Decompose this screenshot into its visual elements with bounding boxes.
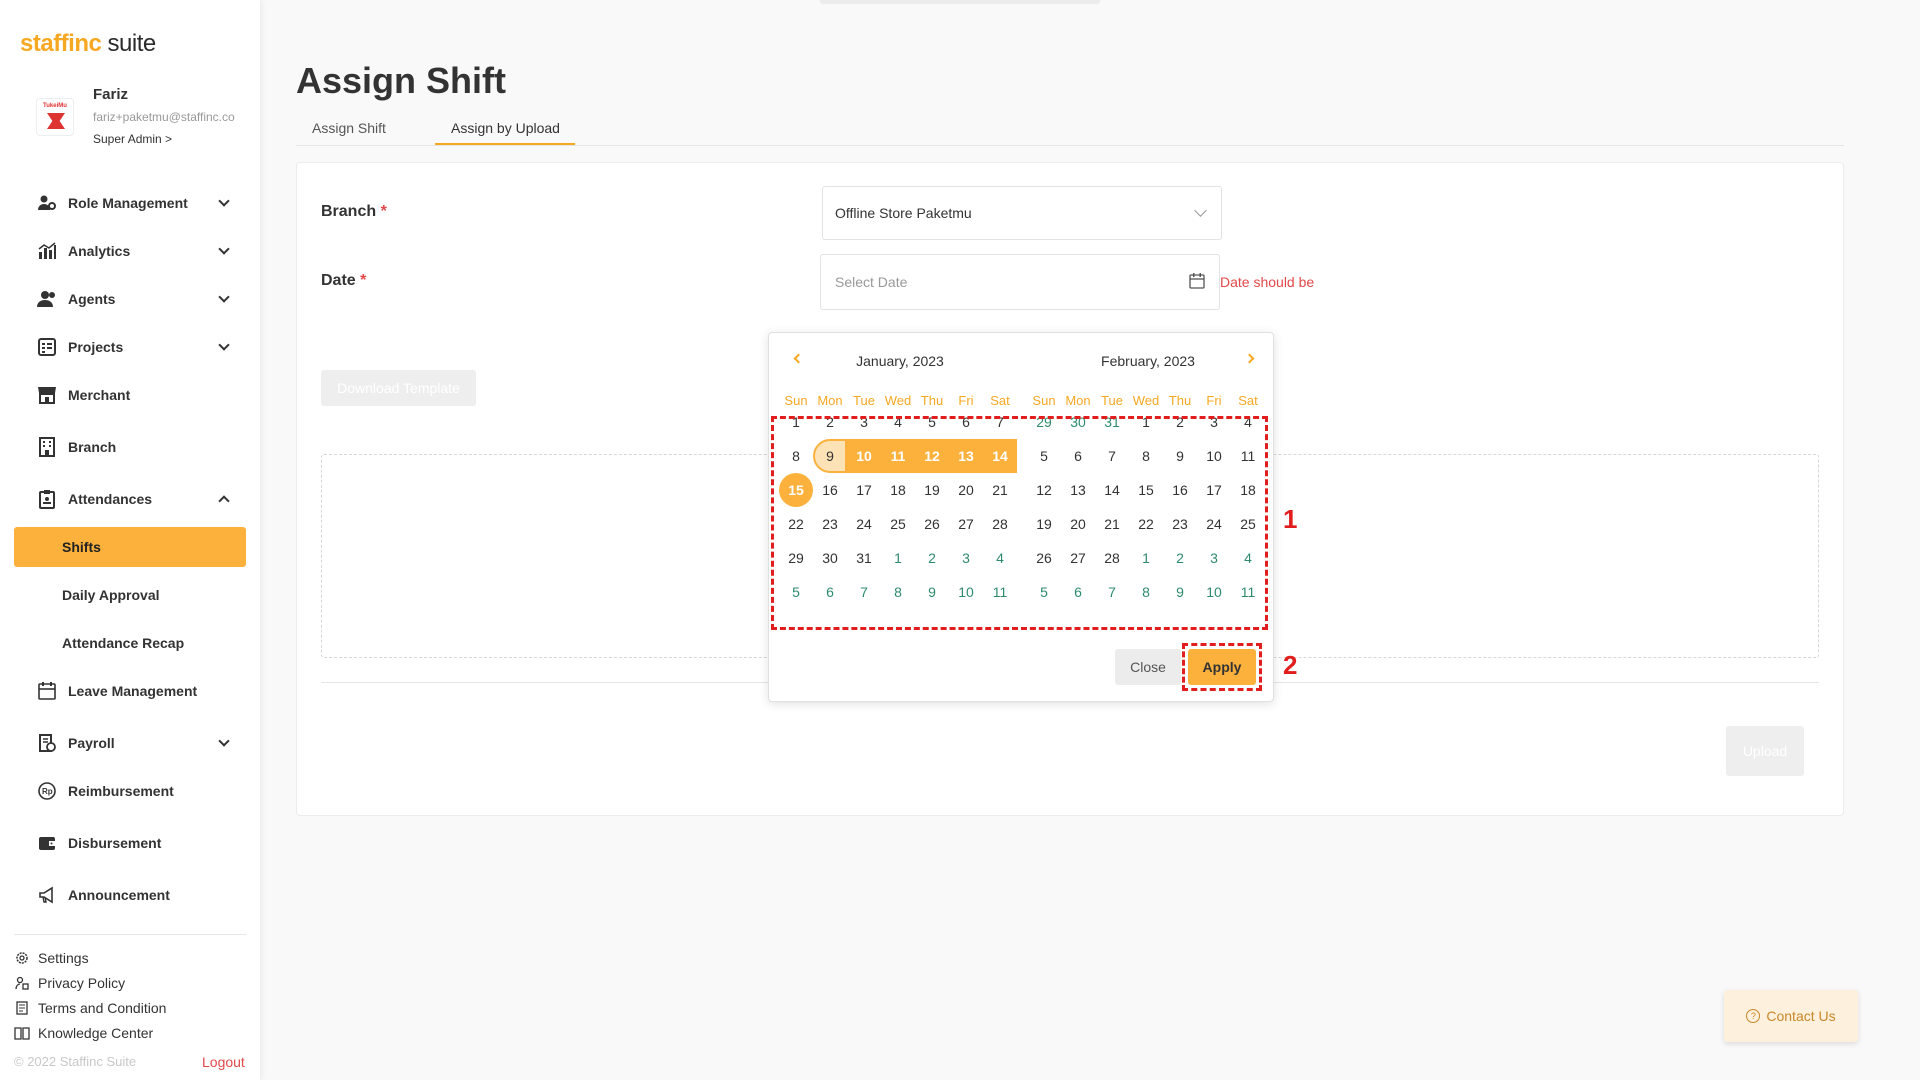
branch-select[interactable]: Offline Store Paketmu: [822, 186, 1222, 240]
sidebar-item-disbursement[interactable]: Disbursement: [14, 823, 246, 863]
tab-assign-by-upload[interactable]: Assign by Upload: [451, 120, 560, 136]
avatar: TukeiMu: [36, 98, 74, 136]
calendar-icon: [36, 680, 58, 702]
projects-icon: [36, 336, 58, 358]
top-strip: [820, 0, 1100, 4]
sidebar-item-shifts[interactable]: Shifts: [14, 527, 246, 567]
chevron-up-icon: [218, 495, 230, 507]
upload-button[interactable]: Upload: [1726, 726, 1804, 776]
user-role-link[interactable]: Super Admin >: [93, 132, 172, 146]
sidebar: staffinc suite TukeiMu Fariz fariz+paket…: [0, 0, 260, 1080]
sidebar-item-announcement[interactable]: Announcement: [14, 875, 246, 915]
annotation-box-2: [1182, 643, 1262, 691]
app-logo[interactable]: staffinc suite: [20, 30, 156, 58]
tab-bar: Assign Shift Assign by Upload: [296, 116, 1844, 146]
sidebar-item-daily-approval[interactable]: Daily Approval: [14, 575, 246, 615]
sidebar-item-attendances[interactable]: Attendances: [14, 479, 246, 519]
wallet-icon: [36, 832, 58, 854]
footer-link-settings[interactable]: Settings: [14, 950, 89, 966]
sidebar-divider: [14, 934, 246, 935]
megaphone-icon: [36, 884, 58, 906]
sidebar-item-analytics[interactable]: Analytics: [14, 231, 246, 271]
footer-link-privacy-policy[interactable]: Privacy Policy: [14, 975, 125, 991]
footer-link-terms[interactable]: Terms and Condition: [14, 1000, 166, 1016]
sidebar-item-branch[interactable]: Branch: [14, 427, 246, 467]
month-title: February, 2023: [1101, 353, 1195, 369]
chevron-down-icon: [218, 195, 230, 207]
download-template-button[interactable]: Download Template: [321, 370, 476, 406]
agents-icon: [36, 288, 58, 310]
sidebar-item-role-management[interactable]: Role Management: [14, 183, 246, 223]
sidebar-item-merchant[interactable]: Merchant: [14, 375, 246, 415]
date-range-input[interactable]: Select Date: [820, 254, 1220, 310]
month-title: January, 2023: [856, 353, 944, 369]
close-button[interactable]: Close: [1115, 649, 1181, 685]
date-label: Date *: [321, 272, 367, 289]
question-icon: ?: [1746, 1009, 1761, 1023]
reimbursement-icon: Rp: [36, 780, 58, 802]
logout-link[interactable]: Logout: [202, 1054, 245, 1070]
user-profile[interactable]: TukeiMu Fariz fariz+paketmu@staffinc.co …: [36, 86, 246, 156]
annotation-box-1: [771, 416, 1268, 630]
page-title: Assign Shift: [296, 60, 507, 101]
analytics-icon: [36, 240, 58, 262]
calendar-icon[interactable]: [1189, 273, 1205, 292]
annotation-label-2: 2: [1283, 650, 1298, 680]
user-name: Fariz: [93, 86, 129, 103]
chevron-down-icon: [218, 339, 230, 351]
active-tab-indicator: [435, 143, 575, 145]
annotation-label-1: 1: [1283, 504, 1298, 534]
book-icon: [14, 1025, 30, 1041]
sidebar-item-agents[interactable]: Agents: [14, 279, 246, 319]
chevron-down-icon: [218, 243, 230, 255]
gear-icon: [14, 950, 30, 966]
chevron-down-icon: [218, 735, 230, 747]
date-error-message: Date should be: [1220, 274, 1315, 290]
copyright: © 2022 Staffinc Suite: [14, 1054, 137, 1069]
privacy-icon: [14, 975, 30, 991]
sidebar-item-projects[interactable]: Projects: [14, 327, 246, 367]
footer-link-knowledge-center[interactable]: Knowledge Center: [14, 1025, 153, 1041]
merchant-icon: [36, 384, 58, 406]
chevron-down-icon: [218, 291, 230, 303]
tab-assign-shift[interactable]: Assign Shift: [312, 120, 386, 136]
branch-label: Branch *: [321, 203, 387, 220]
sidebar-item-attendance-recap[interactable]: Attendance Recap: [14, 623, 246, 663]
contact-us-button[interactable]: ? Contact Us: [1724, 990, 1858, 1042]
sidebar-item-payroll[interactable]: Payroll: [14, 723, 246, 763]
branch-icon: [36, 436, 58, 458]
user-email: fariz+paketmu@staffinc.co: [93, 110, 235, 124]
sidebar-item-reimbursement[interactable]: Rp Reimbursement: [14, 771, 246, 811]
payroll-icon: [36, 732, 58, 754]
sidebar-item-leave-management[interactable]: Leave Management: [14, 671, 246, 711]
chevron-down-icon: [1194, 204, 1207, 217]
attendances-icon: [36, 488, 58, 510]
role-management-icon: [36, 192, 58, 214]
document-icon: [14, 1000, 30, 1016]
svg-text:Rp: Rp: [42, 787, 53, 796]
